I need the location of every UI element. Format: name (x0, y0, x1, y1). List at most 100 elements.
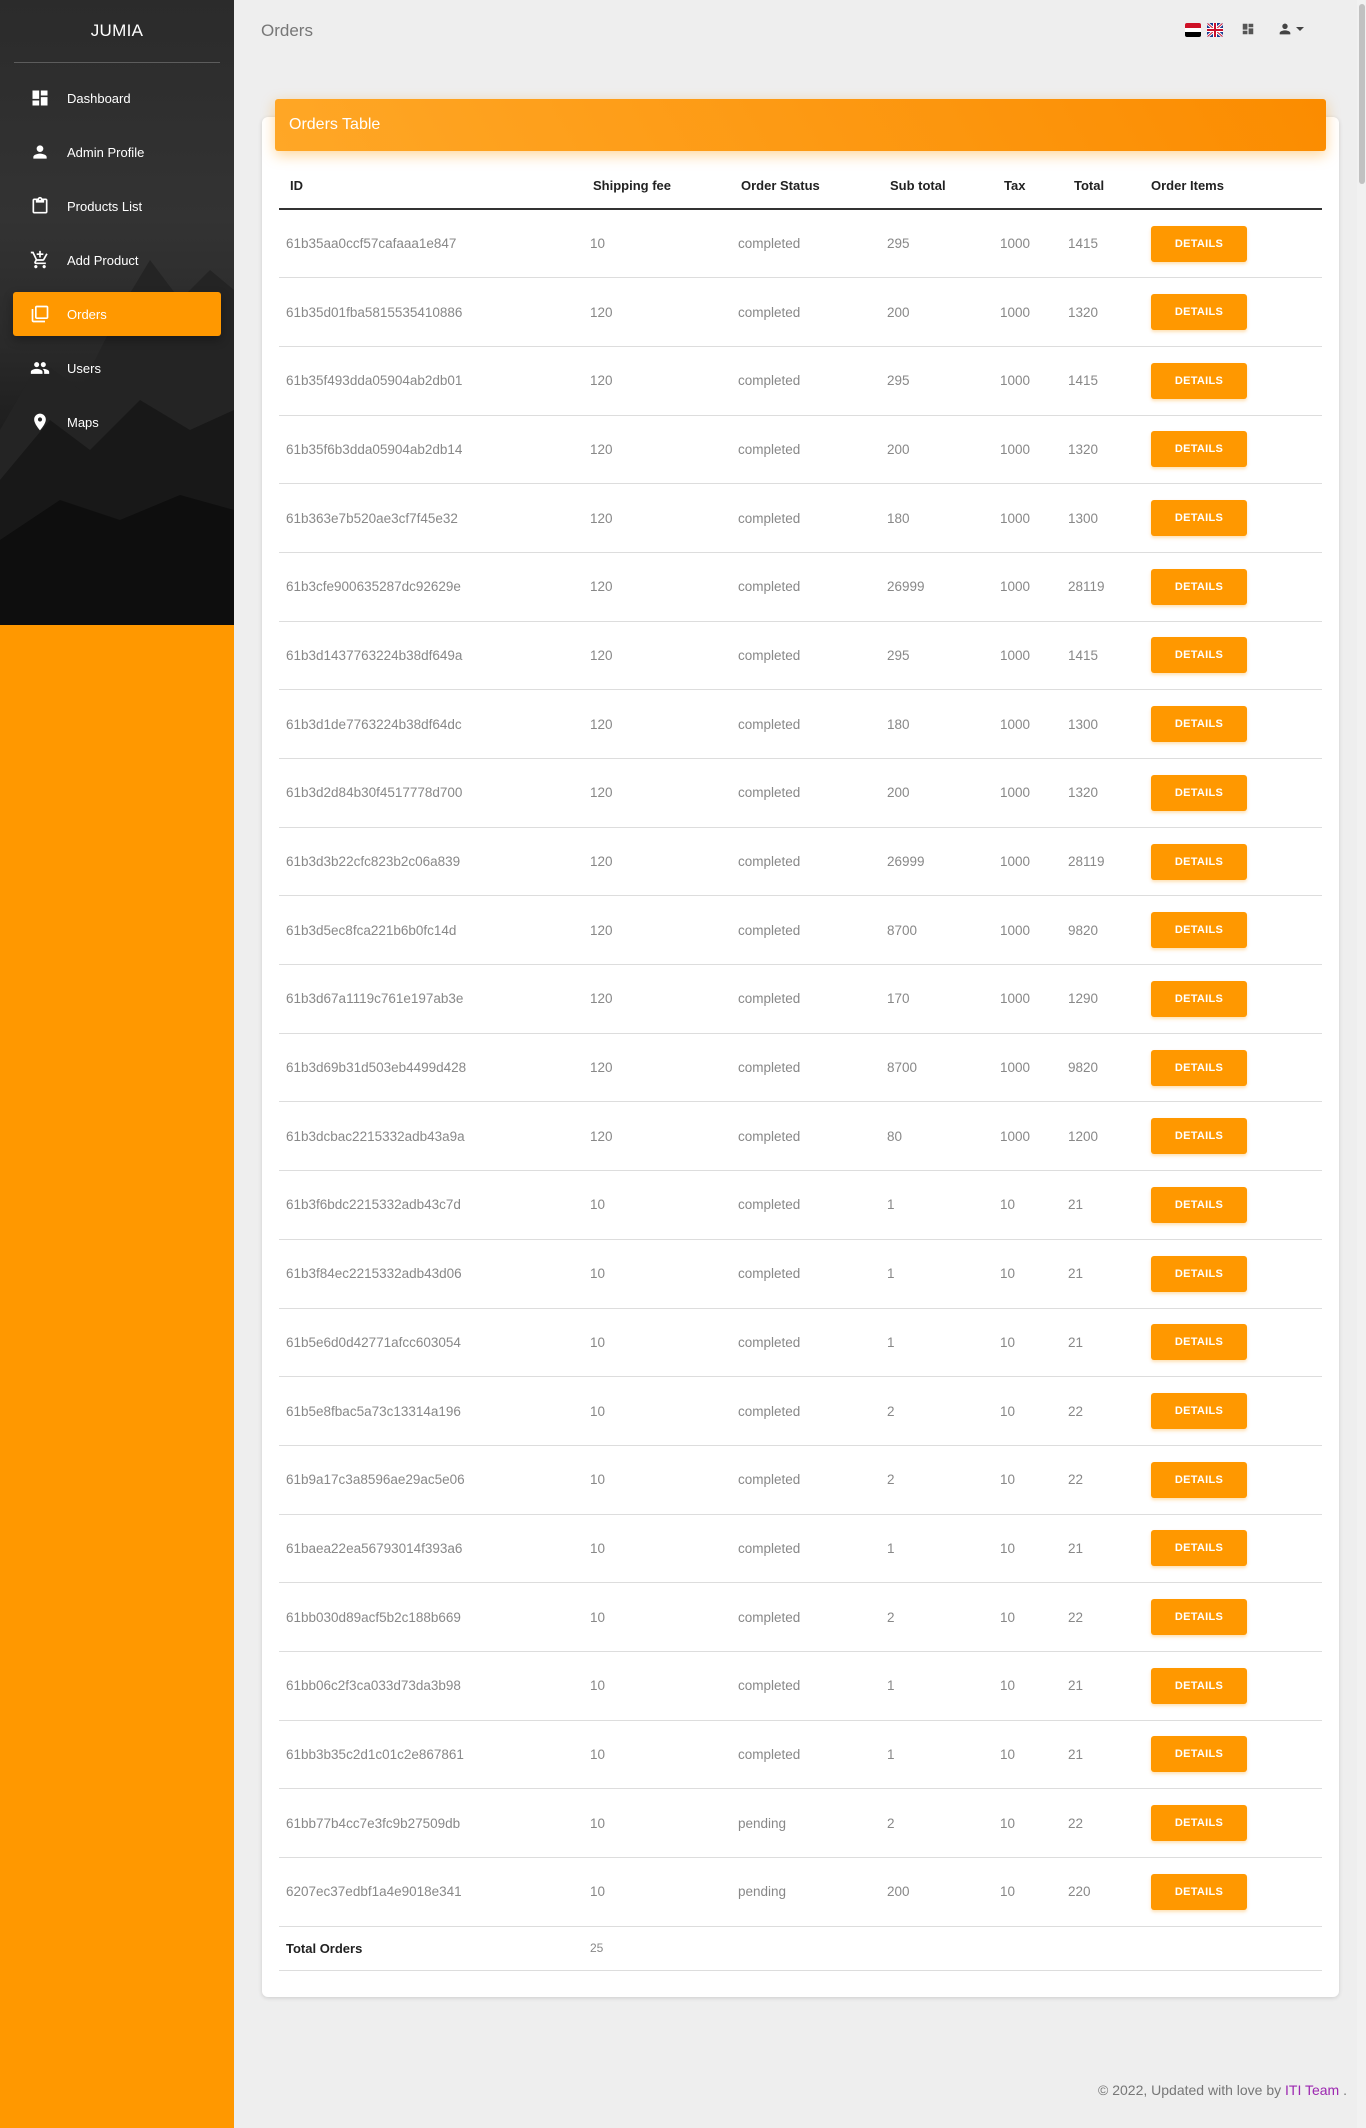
details-button[interactable]: DETAILS (1151, 1461, 1247, 1498)
page-scrollbar[interactable] (1357, 0, 1366, 2128)
details-button[interactable]: DETAILS (1151, 294, 1247, 331)
scrollbar-thumb[interactable] (1359, 4, 1365, 184)
cell-sub-total: 26999 (887, 552, 1000, 622)
cell-order-status: completed (738, 1651, 887, 1721)
dashboard-icon[interactable] (1241, 22, 1255, 41)
cell-total: 1300 (1068, 689, 1151, 759)
cell-order-items: DETAILS (1151, 1651, 1322, 1721)
details-button[interactable]: DETAILS (1151, 637, 1247, 674)
cell-order-status: completed (738, 415, 887, 485)
table-row: 61b3d69b31d503eb4499d428 120 completed 8700… (279, 1033, 1322, 1103)
cell-sub-total: 1 (887, 1720, 1000, 1790)
orders-card: Orders Table ID Shipping fee Order Statu… (262, 99, 1339, 1997)
egypt-flag-icon[interactable] (1185, 23, 1201, 37)
sidebar-item-users[interactable]: Users (13, 346, 221, 390)
sidebar-item-products-list[interactable]: Products List (13, 184, 221, 228)
cell-sub-total: 80 (887, 1101, 1000, 1172)
sidebar-item-add-product[interactable]: Add Product (13, 238, 221, 282)
details-button[interactable]: DETAILS (1151, 706, 1247, 743)
cell-sub-total: 180 (887, 689, 1000, 759)
details-button[interactable]: DETAILS (1151, 1667, 1247, 1704)
cell-sub-total: 180 (887, 483, 1000, 553)
cell-tax: 10 (1000, 1170, 1068, 1240)
details-button[interactable]: DETAILS (1151, 1324, 1247, 1361)
cell-shipping-fee: 10 (590, 1582, 738, 1652)
cell-order-items: DETAILS (1151, 1788, 1322, 1858)
cell-shipping-fee: 10 (590, 1651, 738, 1721)
cell-total: 220 (1068, 1857, 1151, 1927)
cell-total: 22 (1068, 1445, 1151, 1515)
language-switcher (1185, 23, 1223, 37)
user-menu[interactable] (1277, 21, 1305, 37)
cell-order-items: DETAILS (1151, 964, 1322, 1034)
cell-order-items: DETAILS (1151, 827, 1322, 897)
details-button[interactable]: DETAILS (1151, 500, 1247, 537)
column-header-order-items: Order Items (1151, 176, 1322, 210)
cell-sub-total: 200 (887, 415, 1000, 485)
cell-total: 21 (1068, 1170, 1151, 1240)
empty-cell (1000, 1926, 1068, 1971)
cell-sub-total: 1 (887, 1239, 1000, 1309)
table-row: 61b363e7b520ae3cf7f45e32 120 completed 180 1… (279, 483, 1322, 553)
clipboard-icon (30, 196, 50, 216)
details-button[interactable]: DETAILS (1151, 774, 1247, 811)
cell-shipping-fee: 120 (590, 964, 738, 1034)
details-button[interactable]: DETAILS (1151, 1049, 1247, 1086)
details-button[interactable]: DETAILS (1151, 1530, 1247, 1567)
details-button[interactable]: DETAILS (1151, 912, 1247, 949)
details-button[interactable]: DETAILS (1151, 1118, 1247, 1155)
table-row: 61baea22ea56793014f393a6 10 completed 1 10 21… (279, 1514, 1322, 1584)
brand-logo[interactable]: JUMIA (0, 0, 234, 62)
person-icon (30, 142, 50, 162)
table-row: 61b3d1de7763224b38df64dc 120 completed 180 1… (279, 689, 1322, 759)
sidebar-item-orders[interactable]: Orders (13, 292, 221, 336)
details-button[interactable]: DETAILS (1151, 1255, 1247, 1292)
cell-shipping-fee: 120 (590, 758, 738, 828)
cell-tax: 1000 (1000, 483, 1068, 553)
cell-tax: 1000 (1000, 827, 1068, 897)
table-row: 61b3dcbac2215332adb43a9a 120 completed 80 10… (279, 1101, 1322, 1172)
cell-tax: 1000 (1000, 964, 1068, 1034)
cell-order-status: completed (738, 964, 887, 1034)
sidebar-item-label: Products List (67, 198, 143, 214)
details-button[interactable]: DETAILS (1151, 1736, 1247, 1773)
cell-tax: 1000 (1000, 415, 1068, 485)
details-button[interactable]: DETAILS (1151, 980, 1247, 1017)
details-button[interactable]: DETAILS (1151, 1186, 1247, 1223)
uk-flag-icon[interactable] (1207, 23, 1223, 37)
footer: © 2022, Updated with love by ITI Team . (1098, 2082, 1347, 2098)
cell-order-id: 61b3d2d84b30f4517778d700 (279, 758, 590, 828)
details-button[interactable]: DETAILS (1151, 225, 1247, 262)
cell-tax: 1000 (1000, 895, 1068, 966)
cell-sub-total: 1 (887, 1170, 1000, 1240)
cell-tax: 10 (1000, 1857, 1068, 1927)
details-button[interactable]: DETAILS (1151, 362, 1247, 399)
footer-team-link[interactable]: ITI Team (1285, 2082, 1339, 2098)
cell-order-id: 61b363e7b520ae3cf7f45e32 (279, 483, 590, 553)
cell-shipping-fee: 10 (590, 1514, 738, 1584)
details-button[interactable]: DETAILS (1151, 1599, 1247, 1636)
details-button[interactable]: DETAILS (1151, 1393, 1247, 1430)
cell-tax: 1000 (1000, 277, 1068, 347)
sidebar-item-maps[interactable]: Maps (13, 400, 221, 444)
sidebar-item-dashboard[interactable]: Dashboard (13, 76, 221, 120)
cell-total: 1320 (1068, 415, 1151, 485)
cell-order-status: completed (738, 1308, 887, 1378)
cell-total: 21 (1068, 1651, 1151, 1721)
cell-order-id: 61bb77b4cc7e3fc9b27509db (279, 1788, 590, 1858)
details-button[interactable]: DETAILS (1151, 1873, 1247, 1910)
sidebar-background: JUMIA Dashboard Admin Profile Products Lis… (0, 0, 234, 625)
details-button[interactable]: DETAILS (1151, 568, 1247, 605)
cell-tax: 1000 (1000, 1101, 1068, 1172)
details-button[interactable]: DETAILS (1151, 843, 1247, 880)
cell-order-items: DETAILS (1151, 1101, 1322, 1172)
sidebar-item-admin-profile[interactable]: Admin Profile (13, 130, 221, 174)
sidebar-item-label: Orders (67, 306, 107, 322)
details-button[interactable]: DETAILS (1151, 1805, 1247, 1842)
cell-tax: 1000 (1000, 1033, 1068, 1103)
cell-total: 1290 (1068, 964, 1151, 1034)
cell-tax: 10 (1000, 1445, 1068, 1515)
table-row: 61b3d2d84b30f4517778d700 120 completed 200 1… (279, 758, 1322, 828)
cell-tax: 10 (1000, 1651, 1068, 1721)
details-button[interactable]: DETAILS (1151, 431, 1247, 468)
